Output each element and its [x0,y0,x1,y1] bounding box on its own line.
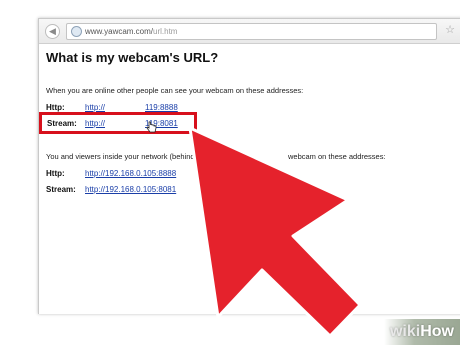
star-icon[interactable]: ☆ [445,22,455,38]
network-intro-text-a: You and viewers inside your network (beh… [46,152,201,161]
online-stream-link[interactable]: http:// [85,119,105,128]
page-title: What is my webcam's URL? [46,50,219,65]
url-path: url.htm [153,27,178,36]
browser-toolbar: ◀ www.yawcam.com/url.htm ☆ [39,19,460,44]
online-stream-label: Stream: [47,119,77,128]
wikihow-logo: wikiHow [390,322,454,342]
logo-wiki: wiki [389,323,421,340]
address-bar[interactable]: www.yawcam.com/url.htm [66,23,437,40]
online-http-port-link[interactable]: 119:8888 [145,103,178,112]
back-arrow-icon[interactable]: ◀ [45,24,60,39]
network-http-link[interactable]: http://192.168.0.105:8888 [85,169,176,178]
online-http-link[interactable]: http:// [85,103,105,112]
online-http-label: Http: [46,103,65,112]
page-content: What is my webcam's URL? When you are on… [39,43,460,314]
network-http-label: Http: [46,169,65,178]
address-url: www.yawcam.com/url.htm [85,25,177,38]
globe-icon [71,26,82,37]
url-domain: www.yawcam.com/ [85,27,154,36]
logo-how: How [420,323,454,340]
online-intro-text: When you are online other people can see… [46,86,304,95]
network-stream-label: Stream: [46,185,76,194]
hand-cursor-icon [146,121,157,133]
network-intro-text-b: webcam on these addresses: [288,152,386,161]
browser-window: ◀ www.yawcam.com/url.htm ☆ What is my we… [38,18,460,314]
network-stream-link[interactable]: http://192.168.0.105:8081 [85,185,176,194]
